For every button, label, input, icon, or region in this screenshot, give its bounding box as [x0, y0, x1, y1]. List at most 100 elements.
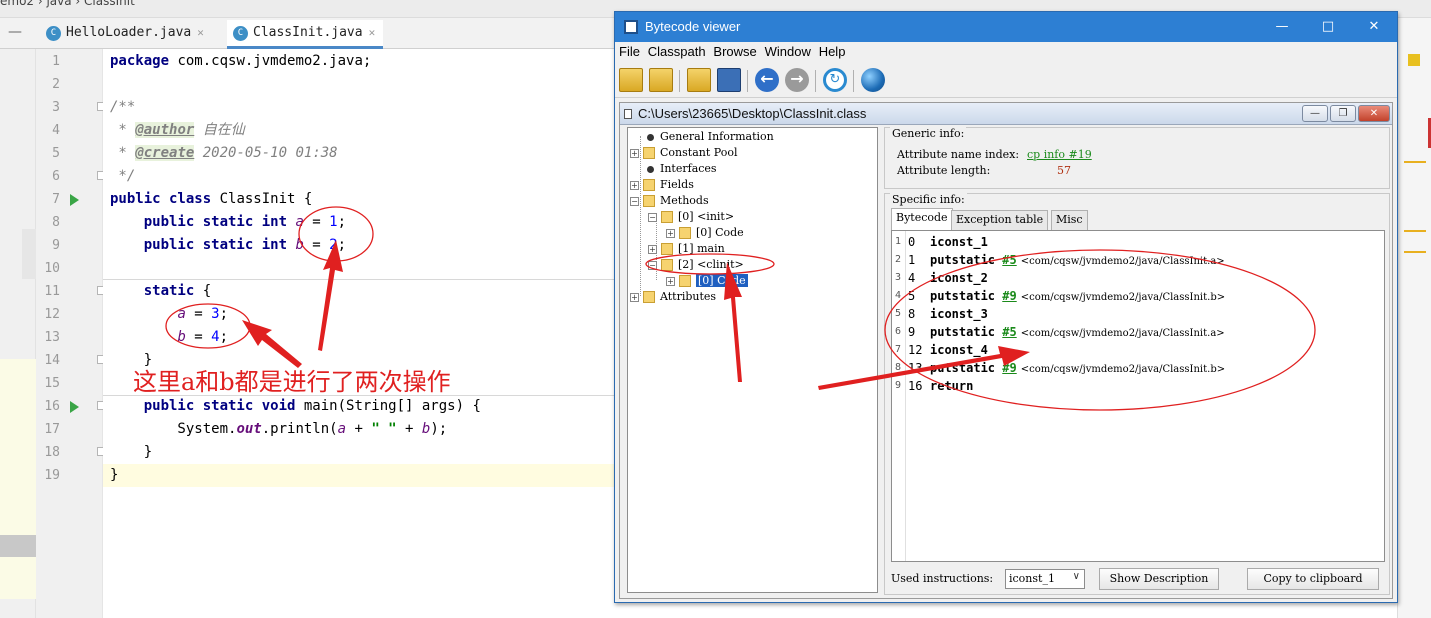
code-line: System.out.println(a + " " + b);: [110, 421, 448, 437]
forward-icon[interactable]: →: [785, 68, 809, 92]
menu-file[interactable]: File: [615, 42, 640, 59]
bytecode-row[interactable]: 7 12 iconst_4: [892, 341, 1384, 359]
tree-item-methods[interactable]: − Methods: [630, 193, 709, 209]
bytecode-row[interactable]: 3 4 iconst_2: [892, 269, 1384, 287]
tree-item-general[interactable]: General Information: [630, 129, 774, 145]
tab-bytecode[interactable]: Bytecode: [891, 208, 953, 230]
code-line: * @create 2020-05-10 01:38: [110, 145, 338, 161]
folder-icon: [643, 195, 655, 207]
bytecode-listing[interactable]: 1 0 iconst_1 2 1 putstatic #5 <com/cqsw/jvmde…: [891, 230, 1385, 562]
bytecode-row[interactable]: 2 1 putstatic #5 <com/cqsw/jvmdemo2/java/Cl…: [892, 251, 1384, 269]
tree-item-init-code[interactable]: + [0] Code: [666, 225, 744, 241]
expand-icon[interactable]: +: [666, 228, 675, 238]
show-description-button[interactable]: Show Description: [1099, 568, 1219, 590]
line-number: 10: [44, 261, 60, 276]
editor-tab-bar: — C HelloLoader.java ✕ C ClassInit.java ✕: [0, 18, 615, 49]
line-number: 19: [44, 468, 60, 483]
line-number: 5: [52, 146, 60, 161]
minimize-button[interactable]: —: [1259, 12, 1305, 42]
collapse-icon[interactable]: −: [630, 196, 639, 206]
toolbar: ← → ↻: [615, 62, 1397, 98]
class-file-titlebar[interactable]: C:\Users\23665\Desktop\ClassInit.class —…: [620, 103, 1392, 125]
tree-item-clinit-code[interactable]: + [0] Code: [666, 273, 748, 289]
specific-info-panel: Specific info: Bytecode Exception table …: [884, 193, 1390, 595]
inner-restore-button[interactable]: ❐: [1330, 105, 1356, 122]
inner-minimize-button[interactable]: —: [1302, 105, 1328, 122]
menu-browse[interactable]: Browse: [709, 42, 756, 59]
save-icon[interactable]: [717, 68, 741, 92]
copy-to-clipboard-button[interactable]: Copy to clipboard: [1247, 568, 1379, 590]
expand-icon[interactable]: +: [648, 244, 657, 254]
close-icon[interactable]: ✕: [369, 26, 376, 39]
inner-close-button[interactable]: ✕: [1358, 105, 1390, 122]
folder-icon: [643, 147, 655, 159]
bytecode-row[interactable]: 8 13 putstatic #9 <com/cqsw/jvmdemo2/java/C…: [892, 359, 1384, 377]
close-icon[interactable]: ✕: [197, 26, 204, 39]
cp-ref-link[interactable]: #9: [1002, 289, 1016, 303]
chevron-down-icon: ∨: [1072, 571, 1080, 582]
folder-icon: [643, 291, 655, 303]
expand-icon[interactable]: +: [630, 148, 639, 158]
tab-misc[interactable]: Misc: [1051, 210, 1088, 230]
tab-menu-icon[interactable]: —: [8, 24, 22, 40]
run-class-icon[interactable]: [70, 194, 79, 206]
class-tree[interactable]: General Information + Constant Pool Inter…: [627, 127, 878, 593]
tab-helloloader[interactable]: C HelloLoader.java ✕: [40, 20, 212, 49]
menu-help[interactable]: Help: [815, 42, 846, 59]
expand-icon[interactable]: +: [666, 276, 675, 286]
tab-classinit[interactable]: C ClassInit.java ✕: [227, 20, 384, 49]
collapse-icon[interactable]: −: [648, 212, 657, 222]
used-instructions-select[interactable]: iconst_1 ∨: [1005, 569, 1085, 589]
tree-item-method-main[interactable]: + [1] main: [648, 241, 725, 257]
specific-info-title: Specific info:: [890, 193, 967, 206]
tree-item-fields[interactable]: + Fields: [630, 177, 694, 193]
cp-ref-link[interactable]: #5: [1002, 253, 1016, 267]
cp-ref-link[interactable]: #5: [1002, 325, 1016, 339]
line-number: 12: [44, 307, 60, 322]
bytecode-row[interactable]: 1 0 iconst_1: [892, 233, 1384, 251]
menu-classpath[interactable]: Classpath: [644, 42, 706, 59]
tree-item-constant-pool[interactable]: + Constant Pool: [630, 145, 737, 161]
bytecode-row[interactable]: 6 9 putstatic #5 <com/cqsw/jvmdemo2/java/Cl…: [892, 323, 1384, 341]
expand-icon[interactable]: +: [630, 180, 639, 190]
tree-item-interfaces[interactable]: Interfaces: [630, 161, 717, 177]
collapse-icon[interactable]: −: [648, 260, 657, 270]
refresh-icon[interactable]: ↻: [823, 68, 847, 92]
code-line: public static void main(String[] args) {: [110, 398, 481, 414]
tab-exception-table[interactable]: Exception table: [951, 210, 1049, 230]
code-line: public static int a = 1;: [110, 214, 347, 230]
code-line: /**: [110, 99, 136, 115]
open-class-icon[interactable]: [619, 68, 643, 92]
menu-window[interactable]: Window: [761, 42, 811, 59]
open-jar-icon[interactable]: [649, 68, 673, 92]
window-title: Bytecode viewer: [645, 19, 741, 34]
code-line: static {: [110, 283, 212, 299]
app-icon: [624, 20, 638, 34]
warning-marker-icon[interactable]: [1408, 54, 1420, 66]
line-number: 4: [52, 123, 60, 138]
window-titlebar[interactable]: Bytecode viewer — □ ✕: [615, 12, 1397, 42]
cp-ref-link[interactable]: #9: [1002, 361, 1016, 375]
class-file-frame: C:\Users\23665\Desktop\ClassInit.class —…: [619, 102, 1393, 599]
menu-bar: File Classpath Browse Window Help: [615, 42, 1397, 62]
open-folder-icon[interactable]: [687, 68, 711, 92]
web-icon[interactable]: [861, 68, 885, 92]
back-icon[interactable]: ←: [755, 68, 779, 92]
file-icon: [624, 109, 632, 119]
line-number: 7: [52, 192, 60, 207]
ide-right-tool-strip: [1397, 18, 1431, 618]
bytecode-row[interactable]: 9 16 return: [892, 377, 1384, 395]
code-line-current: }: [103, 464, 615, 487]
cp-info-link[interactable]: cp info #19: [1027, 148, 1092, 161]
tree-item-attributes[interactable]: + Attributes: [630, 289, 716, 305]
line-number: 8: [52, 215, 60, 230]
maximize-button[interactable]: □: [1305, 12, 1351, 42]
expand-icon[interactable]: +: [630, 292, 639, 302]
run-main-icon[interactable]: [70, 401, 79, 413]
close-button[interactable]: ✕: [1351, 12, 1397, 42]
bytecode-row[interactable]: 4 5 putstatic #9 <com/cqsw/jvmdemo2/java/Cl…: [892, 287, 1384, 305]
code-editor[interactable]: package com.cqsw.jvmdemo2.java; /** * @a…: [103, 49, 615, 618]
bytecode-row[interactable]: 5 8 iconst_3: [892, 305, 1384, 323]
tree-item-method-init[interactable]: − [0] <init>: [648, 209, 734, 225]
tree-item-method-clinit[interactable]: − [2] <clinit>: [648, 257, 744, 273]
